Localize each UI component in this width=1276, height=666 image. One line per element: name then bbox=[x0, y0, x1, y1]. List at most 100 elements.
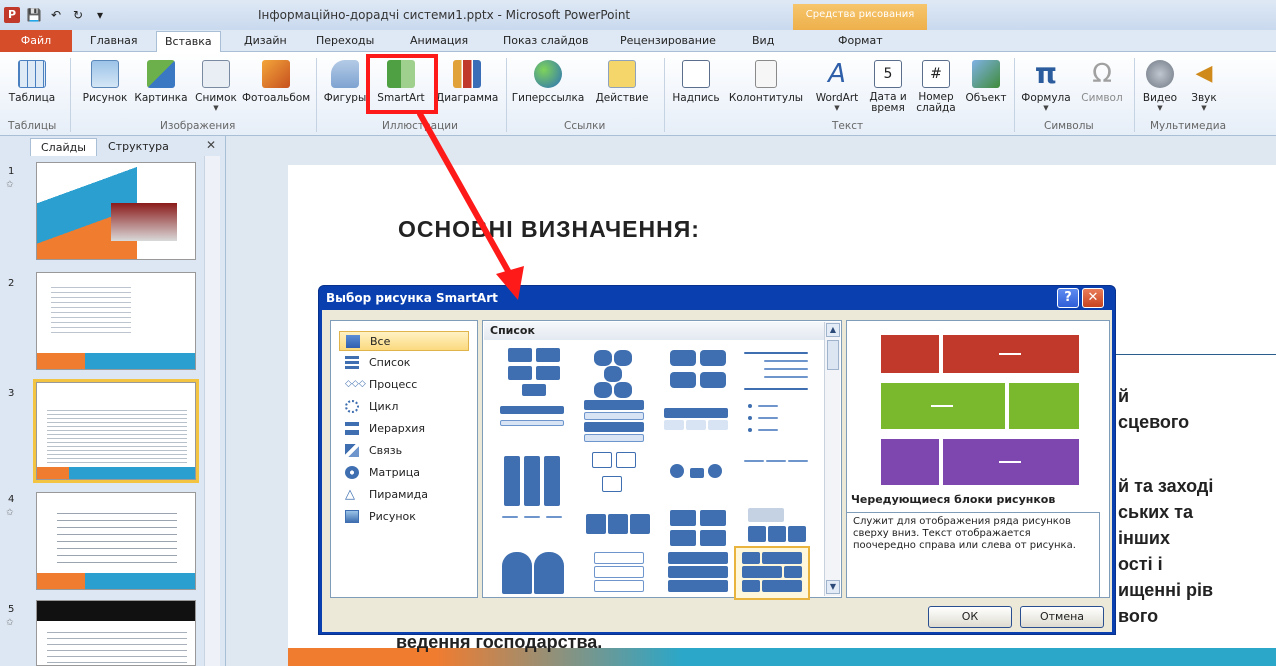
slide-divider bbox=[1110, 354, 1276, 355]
pane-scrollbar[interactable] bbox=[204, 156, 220, 666]
layout-basic-block-list[interactable] bbox=[500, 344, 572, 400]
ok-button[interactable]: ОК bbox=[928, 606, 1012, 628]
action-button[interactable]: Действие bbox=[588, 60, 656, 104]
category-matrix[interactable]: Матрица bbox=[339, 463, 469, 483]
close-dialog-button[interactable]: ✕ bbox=[1082, 288, 1104, 308]
slide-number-button[interactable]: # Номер слайда bbox=[912, 60, 960, 114]
tab-insert[interactable]: Вставка bbox=[156, 31, 221, 53]
group-separator bbox=[664, 58, 665, 132]
textbox-button[interactable]: Надпись bbox=[668, 60, 724, 104]
layout-dashed-list[interactable] bbox=[744, 452, 816, 508]
layout-stacked-list[interactable] bbox=[580, 398, 652, 454]
redo-icon[interactable]: ↻ bbox=[70, 7, 86, 23]
layout-vertical-boxes[interactable] bbox=[584, 552, 656, 608]
slide-pane: Слайды Структура ✕ 1 ✩ 2 3 4 ✩ 5 ✩ bbox=[0, 136, 226, 666]
header-footer-button[interactable]: Колонтитулы bbox=[726, 60, 806, 104]
tab-transitions[interactable]: Переходы bbox=[316, 34, 374, 47]
photo-album-icon bbox=[262, 60, 290, 88]
tab-format[interactable]: Формат bbox=[838, 34, 883, 47]
gallery-scrollbar[interactable]: ▲ ▼ bbox=[824, 322, 840, 596]
drawing-tools-context: Средства рисования bbox=[793, 4, 927, 30]
slide-thumbnail-5[interactable] bbox=[36, 600, 196, 666]
cancel-button[interactable]: Отмена bbox=[1020, 606, 1104, 628]
pi-icon: π bbox=[1034, 57, 1058, 90]
relationship-icon bbox=[345, 444, 359, 457]
save-icon[interactable]: 💾 bbox=[26, 7, 42, 23]
picture-button[interactable]: Рисунок bbox=[76, 60, 134, 104]
slide-thumbnail-2[interactable] bbox=[36, 272, 196, 370]
scroll-up-icon[interactable]: ▲ bbox=[826, 323, 840, 337]
pyramid-icon: △ bbox=[345, 487, 355, 502]
layout-picture-caption[interactable] bbox=[584, 452, 656, 508]
tab-animation[interactable]: Анимация bbox=[410, 34, 468, 47]
tab-outline[interactable]: Структура bbox=[98, 138, 179, 156]
category-cycle[interactable]: Цикл bbox=[339, 397, 469, 417]
chart-button[interactable]: Диаграмма bbox=[436, 60, 498, 104]
slide-thumbnail-3[interactable] bbox=[33, 379, 199, 483]
slide-number: 1 bbox=[8, 166, 15, 177]
slide-number: 2 bbox=[8, 278, 15, 289]
slide-thumbnail-4[interactable] bbox=[36, 492, 196, 590]
layout-table-list[interactable] bbox=[664, 398, 736, 454]
group-text-label: Текст bbox=[832, 120, 864, 132]
preview-text-block bbox=[943, 335, 1079, 373]
object-button[interactable]: Объект bbox=[962, 60, 1010, 104]
tab-design[interactable]: Дизайн bbox=[244, 34, 287, 47]
tab-file[interactable]: Файл bbox=[0, 30, 72, 52]
audio-button[interactable]: ◀ Звук ▼ bbox=[1184, 60, 1224, 112]
layout-vertical-box-list[interactable] bbox=[500, 452, 572, 508]
category-process[interactable]: ◇◇◇ Процесс bbox=[339, 375, 469, 395]
undo-icon[interactable]: ↶ bbox=[48, 7, 64, 23]
action-star-icon bbox=[608, 60, 636, 88]
layout-lined-list[interactable] bbox=[744, 344, 816, 400]
layout-horizontal-bullet-list[interactable] bbox=[500, 398, 572, 454]
matrix-icon bbox=[345, 466, 359, 479]
category-all[interactable]: Все bbox=[339, 331, 469, 351]
layout-circle-list[interactable] bbox=[664, 452, 736, 508]
group-separator bbox=[1134, 58, 1135, 132]
title-bar: P 💾 ↶ ↻ ▾ Інформаційно-дорадчі системи1.… bbox=[0, 0, 1276, 30]
tab-slideshow[interactable]: Показ слайдов bbox=[503, 34, 589, 47]
close-pane-icon[interactable]: ✕ bbox=[206, 138, 216, 152]
group-tables-label: Таблицы bbox=[8, 120, 57, 132]
category-pyramid[interactable]: △ Пирамида bbox=[339, 485, 469, 505]
hyperlink-globe-icon bbox=[534, 60, 562, 88]
layout-circle-picture-list[interactable] bbox=[500, 552, 572, 608]
scroll-thumb[interactable] bbox=[827, 340, 839, 370]
symbol-button[interactable]: Ω Символ bbox=[1074, 60, 1130, 104]
layout-hexagon-cluster[interactable] bbox=[584, 344, 656, 400]
category-hierarchy[interactable]: Иерархия bbox=[339, 419, 469, 439]
preview-layout-name: Чередующиеся блоки рисунков bbox=[851, 493, 1056, 506]
category-relationship[interactable]: Связь bbox=[339, 441, 469, 461]
category-picture[interactable]: Рисунок bbox=[339, 507, 469, 527]
slide-number: 4 bbox=[8, 494, 15, 505]
group-media-label: Мультимедиа bbox=[1150, 120, 1227, 132]
tab-view[interactable]: Вид bbox=[752, 34, 774, 47]
layout-stacked-bars[interactable] bbox=[664, 552, 736, 608]
photo-album-button[interactable]: Фотоальбом bbox=[242, 60, 310, 104]
layout-alternating-picture-blocks[interactable] bbox=[734, 546, 810, 600]
tab-home[interactable]: Главная bbox=[90, 34, 138, 47]
tab-slides[interactable]: Слайды bbox=[30, 138, 97, 156]
slide-text-fragment: вого bbox=[1118, 606, 1159, 626]
powerpoint-logo-icon[interactable]: P bbox=[4, 7, 20, 23]
help-button[interactable]: ? bbox=[1057, 288, 1079, 308]
equation-button[interactable]: π Формула ▼ bbox=[1018, 57, 1074, 113]
hyperlink-button[interactable]: Гиперссылка bbox=[510, 60, 586, 104]
video-button[interactable]: Видео ▼ bbox=[1138, 60, 1182, 112]
clipart-button[interactable]: Картинка bbox=[132, 60, 190, 104]
screenshot-button[interactable]: Снимок ▼ bbox=[190, 60, 242, 112]
date-time-button[interactable]: 5 Дата и время bbox=[866, 60, 910, 114]
group-links-label: Ссылки bbox=[564, 120, 606, 132]
process-icon: ◇◇◇ bbox=[345, 379, 366, 389]
wordart-button[interactable]: A WordArt ▼ bbox=[808, 60, 866, 112]
scroll-down-icon[interactable]: ▼ bbox=[826, 580, 840, 594]
layout-vertical-bullet-list[interactable] bbox=[744, 398, 816, 454]
slide-thumbnail-1[interactable] bbox=[36, 162, 196, 260]
table-button[interactable]: Таблица bbox=[4, 60, 60, 104]
shapes-button[interactable]: Фигуры bbox=[322, 60, 368, 104]
layout-rounded-blocks[interactable] bbox=[664, 344, 736, 400]
category-list-item[interactable]: Список bbox=[339, 353, 469, 373]
customize-qat-icon[interactable]: ▾ bbox=[92, 7, 108, 23]
tab-review[interactable]: Рецензирование bbox=[620, 34, 716, 47]
